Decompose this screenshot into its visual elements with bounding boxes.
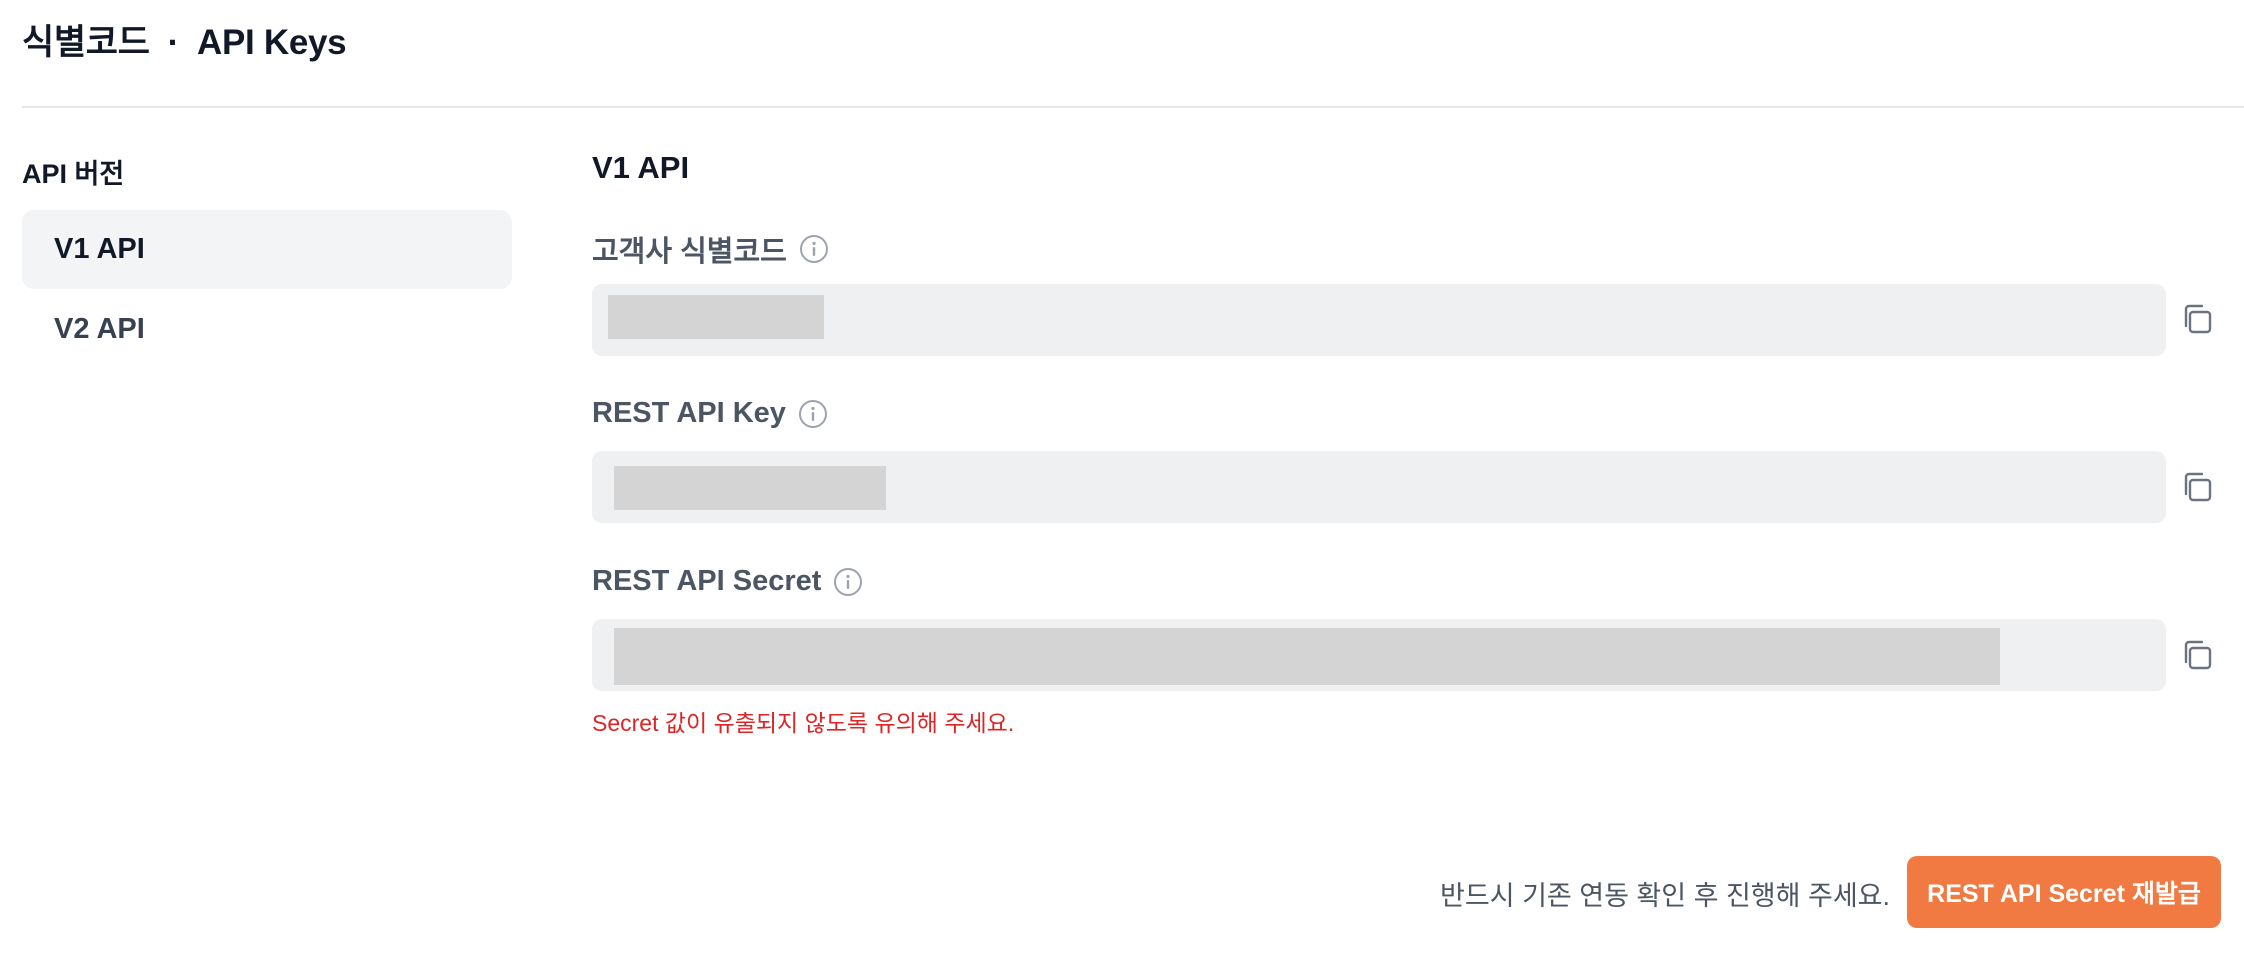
page-title: 식별코드 · API Keys: [22, 14, 347, 65]
customer-id-field[interactable]: [592, 284, 2166, 356]
masked-value: [614, 466, 886, 510]
rest-api-key-field[interactable]: [592, 451, 2166, 523]
header-divider: [22, 106, 2244, 108]
reissue-secret-button[interactable]: REST API Secret 재발급: [1907, 856, 2221, 928]
masked-value: [608, 295, 824, 339]
rest-api-key-label: REST API Key: [592, 397, 828, 430]
info-icon[interactable]: [799, 234, 829, 264]
title-separator: ·: [167, 23, 180, 62]
footer-note: 반드시 기존 연동 확인 후 진행해 주세요.: [1440, 881, 1890, 911]
rest-api-secret-label-text: REST API Secret: [592, 565, 822, 597]
customer-id-label: 고객사 식별코드: [592, 228, 829, 270]
info-icon[interactable]: [833, 567, 863, 597]
info-icon[interactable]: [798, 399, 828, 429]
copy-icon[interactable]: [2180, 302, 2214, 336]
copy-icon[interactable]: [2180, 470, 2214, 504]
sidebar-item-label: V2 API: [54, 313, 145, 345]
copy-icon[interactable]: [2180, 638, 2214, 672]
rest-api-secret-field[interactable]: [592, 619, 2166, 691]
customer-id-label-text: 고객사 식별코드: [592, 236, 787, 268]
sidebar-item-v2-api[interactable]: V2 API: [22, 290, 512, 369]
page-title-primary: 식별코드: [22, 23, 150, 62]
section-title: V1 API: [592, 150, 690, 185]
page-title-secondary: API Keys: [196, 23, 347, 62]
sidebar-heading: API 버전: [22, 159, 125, 189]
secret-warning: Secret 값이 유출되지 않도록 유의해 주세요.: [592, 710, 1015, 736]
rest-api-key-label-text: REST API Key: [592, 397, 786, 429]
rest-api-secret-label: REST API Secret: [592, 565, 863, 598]
sidebar-item-v1-api[interactable]: V1 API: [22, 210, 512, 289]
masked-value: [614, 628, 2000, 685]
sidebar-item-label: V1 API: [54, 233, 145, 265]
